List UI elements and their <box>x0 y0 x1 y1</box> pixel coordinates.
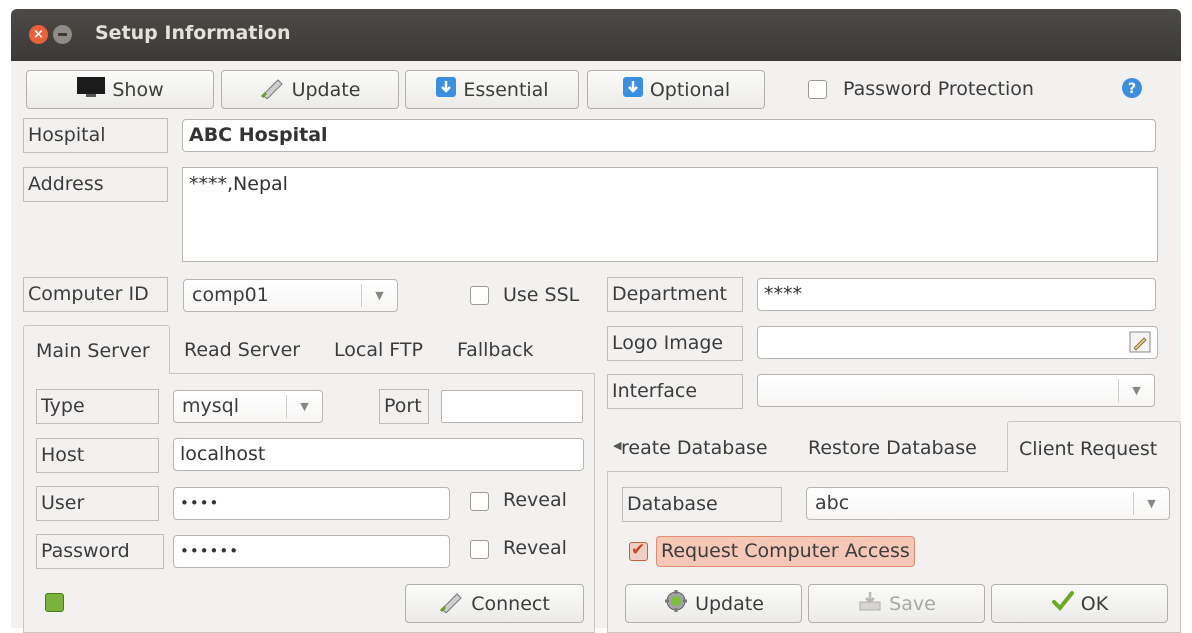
request-computer-access-label[interactable]: Request Computer Access <box>656 536 915 567</box>
tab-client-request-label: Client Request <box>1019 438 1158 460</box>
ok-label: OK <box>1080 592 1109 615</box>
title-bar-inner: × Setup Information <box>11 9 1181 61</box>
use-ssl-checkbox[interactable] <box>470 286 489 305</box>
tab-main-server-label: Main Server <box>36 340 150 362</box>
essential-button[interactable]: Essential <box>405 70 579 109</box>
download-icon <box>622 76 644 103</box>
logo-image-label: Logo Image <box>607 326 743 361</box>
tab-client-request[interactable]: Client Request <box>1007 421 1181 472</box>
chevron-down-icon: ▼ <box>286 395 322 418</box>
save-label: Save <box>889 592 936 615</box>
save-icon <box>857 590 883 617</box>
optional-button[interactable]: Optional <box>587 70 765 109</box>
password-protection-checkbox[interactable] <box>808 80 827 99</box>
edit-image-icon[interactable] <box>1129 331 1151 363</box>
user-label: User <box>36 486 159 521</box>
port-input[interactable] <box>441 390 583 423</box>
tab-main-server[interactable]: Main Server <box>23 325 170 374</box>
type-value: mysql <box>182 395 239 417</box>
update-client-label: Update <box>695 592 764 615</box>
computer-id-label: Computer ID <box>23 277 168 312</box>
request-computer-access-checkbox[interactable] <box>629 540 648 561</box>
computer-id-value: comp01 <box>192 284 269 306</box>
tab-restore-database[interactable]: Restore Database <box>808 437 977 459</box>
close-window-button[interactable]: × <box>29 25 48 44</box>
password-protection-label: Password Protection <box>843 78 1034 100</box>
hospital-label: Hospital <box>23 118 168 153</box>
database-tab-strip: ◀ reate Database Restore Database <box>607 423 1007 471</box>
database-label: Database <box>622 487 782 522</box>
update-toolbar-button[interactable]: Update <box>221 70 399 109</box>
department-input[interactable]: **** <box>757 278 1156 311</box>
use-ssl-label: Use SSL <box>503 284 580 306</box>
ok-button[interactable]: OK <box>991 584 1168 623</box>
host-input[interactable]: localhost <box>173 438 584 471</box>
help-icon[interactable]: ? <box>1121 77 1143 104</box>
interface-label: Interface <box>607 374 743 409</box>
logo-image-input[interactable] <box>757 326 1158 359</box>
computer-id-combo[interactable]: comp01 ▼ <box>183 279 398 312</box>
window-title: Setup Information <box>95 22 291 44</box>
monitor-icon <box>76 76 106 103</box>
host-label: Host <box>36 438 159 473</box>
connect-button[interactable]: Connect <box>405 584 584 623</box>
minimize-window-button[interactable] <box>53 25 72 44</box>
download-icon <box>435 76 457 103</box>
chevron-down-icon: ▼ <box>1133 492 1169 515</box>
reveal-password-checkbox[interactable] <box>470 540 489 559</box>
connection-status-indicator <box>45 593 64 612</box>
database-value: abc <box>815 492 850 514</box>
tab-fallback[interactable]: Fallback <box>457 339 534 361</box>
tab-read-server[interactable]: Read Server <box>184 339 300 361</box>
chevron-down-icon: ▼ <box>1118 379 1154 402</box>
chevron-down-icon: ▼ <box>361 284 397 307</box>
save-button[interactable]: Save <box>808 584 985 623</box>
optional-label: Optional <box>649 78 731 101</box>
user-input[interactable]: •••• <box>173 487 450 520</box>
interface-combo[interactable]: ▼ <box>757 374 1155 407</box>
type-label: Type <box>36 389 159 424</box>
reveal-user-checkbox[interactable] <box>470 492 489 511</box>
checkmark-icon <box>1051 590 1075 617</box>
pencil-icon <box>439 589 465 618</box>
essential-label: Essential <box>463 78 549 101</box>
tab-create-database[interactable]: reate Database <box>621 437 768 459</box>
department-label: Department <box>607 277 743 312</box>
database-combo[interactable]: abc ▼ <box>806 487 1170 520</box>
tab-local-ftp[interactable]: Local FTP <box>334 339 423 361</box>
svg-text:?: ? <box>1128 81 1136 97</box>
pencil-icon <box>260 75 286 104</box>
gear-icon <box>663 588 689 619</box>
password-input[interactable]: •••••• <box>173 535 450 568</box>
update-toolbar-label: Update <box>291 78 361 101</box>
reveal-user-label: Reveal <box>503 489 567 511</box>
hospital-input[interactable]: ABC Hospital <box>182 119 1156 152</box>
connect-label: Connect <box>471 592 550 615</box>
update-client-button[interactable]: Update <box>625 584 802 623</box>
show-label: Show <box>112 78 164 101</box>
password-label: Password <box>36 534 164 569</box>
address-label: Address <box>23 167 168 202</box>
address-textarea[interactable]: ****,Nepal <box>182 167 1158 262</box>
type-combo[interactable]: mysql ▼ <box>173 390 323 423</box>
reveal-password-label: Reveal <box>503 537 567 559</box>
title-bar: × Setup Information <box>0 0 1192 63</box>
show-button[interactable]: Show <box>26 70 214 109</box>
port-label: Port <box>379 389 429 424</box>
